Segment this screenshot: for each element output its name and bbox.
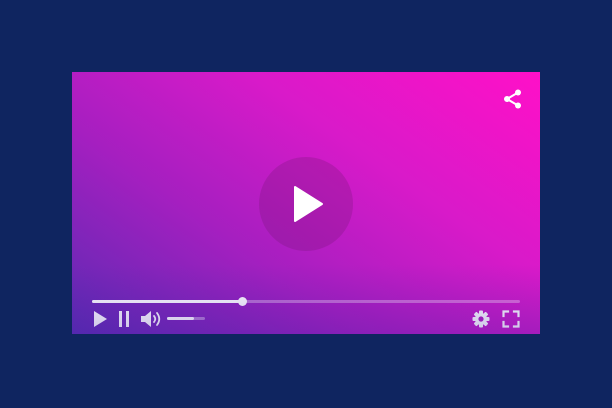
share-icon [504, 89, 521, 109]
settings-button[interactable] [472, 310, 490, 328]
volume-slider[interactable] [167, 317, 205, 320]
fullscreen-button[interactable] [502, 310, 520, 328]
progress-fill [92, 300, 242, 303]
play-icon [94, 311, 107, 327]
volume-level [167, 317, 194, 320]
center-play-button[interactable] [259, 157, 353, 251]
progress-bar[interactable] [92, 297, 520, 306]
fullscreen-icon [502, 310, 520, 328]
pause-button[interactable] [118, 310, 130, 328]
volume-icon [141, 311, 161, 327]
play-icon [294, 186, 323, 222]
play-button[interactable] [92, 310, 108, 328]
progress-handle[interactable] [237, 297, 247, 306]
pause-icon [119, 311, 129, 327]
video-player[interactable] [72, 72, 540, 334]
volume-button[interactable] [140, 310, 164, 328]
share-button[interactable] [502, 88, 524, 110]
gear-icon [472, 310, 490, 328]
